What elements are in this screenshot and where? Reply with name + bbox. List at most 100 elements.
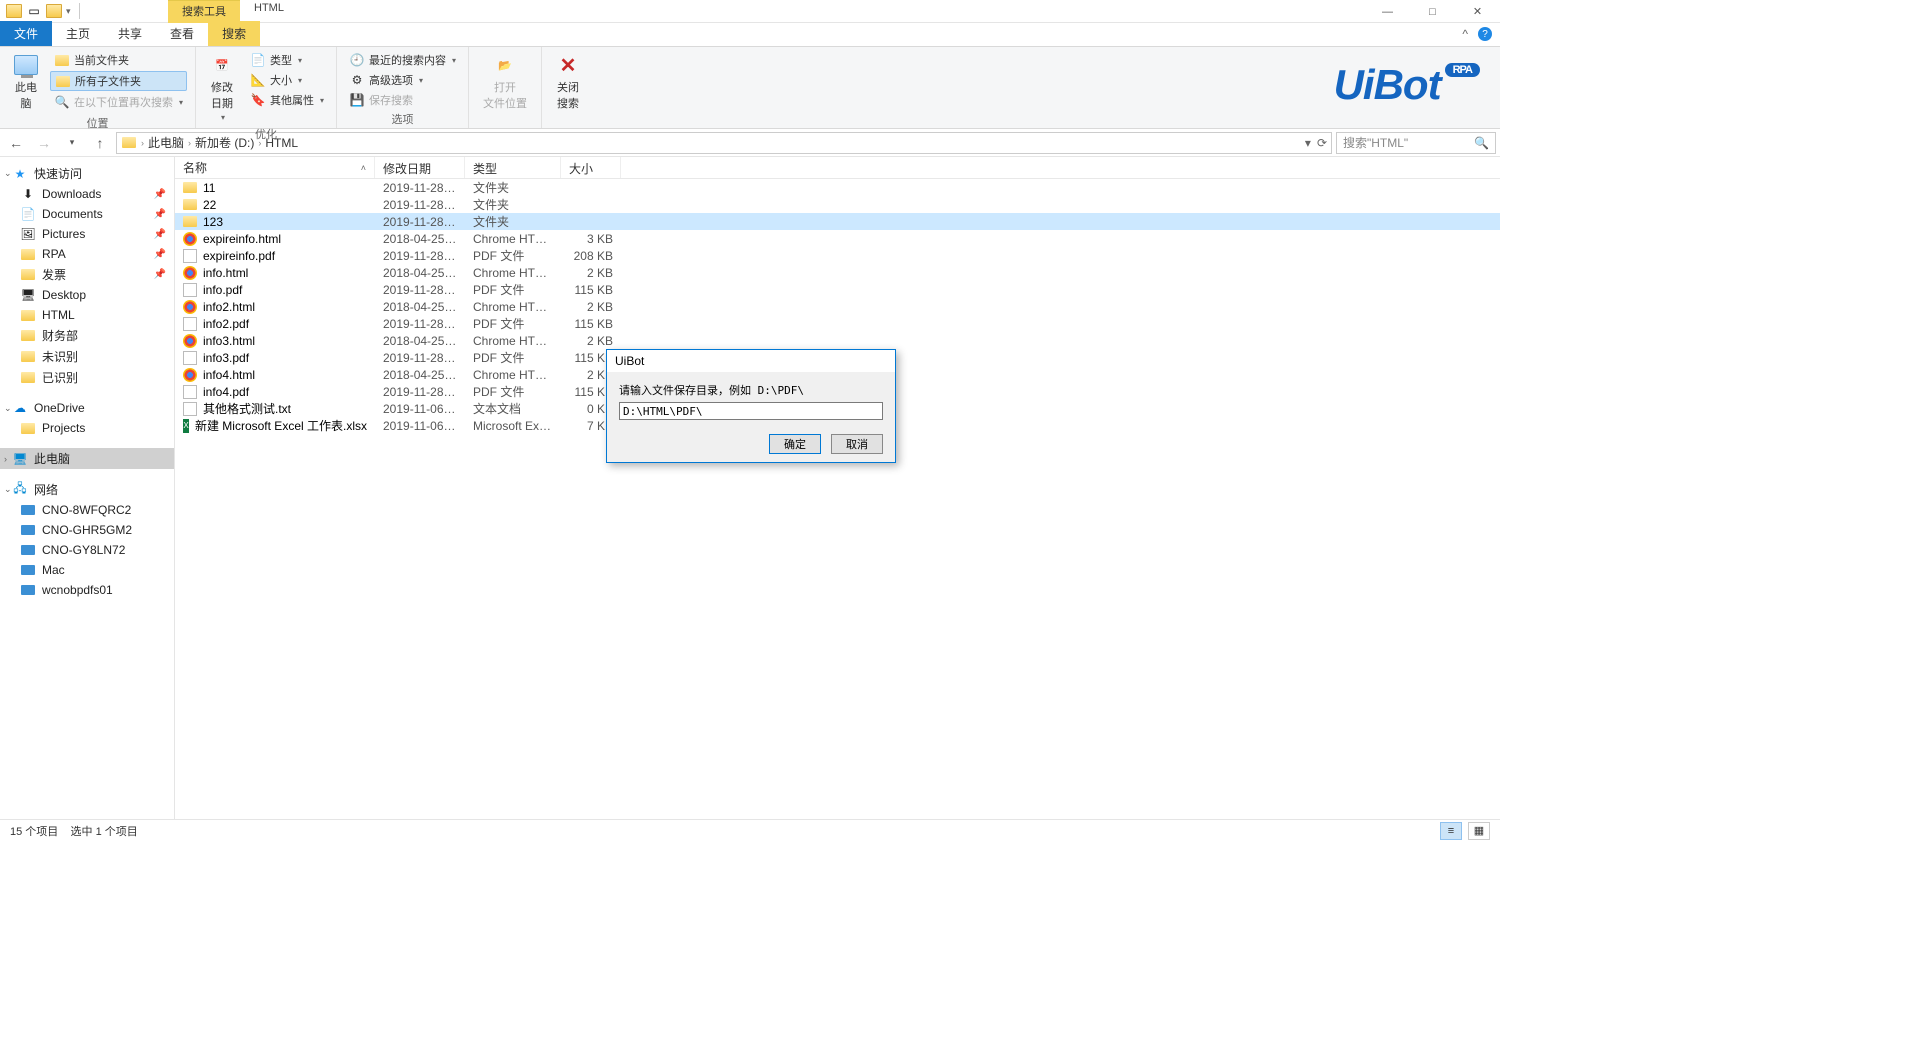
- ribbon-group-location: 此电 脑 当前文件夹 所有子文件夹 🔍在以下位置再次搜索▾ 位置: [0, 47, 196, 128]
- view-details-button[interactable]: ≡: [1440, 822, 1462, 840]
- nav-recent-dropdown[interactable]: ▾: [60, 131, 84, 155]
- qat-customize-icon[interactable]: ▾: [66, 6, 71, 17]
- all-subfolders-button[interactable]: 所有子文件夹: [50, 71, 187, 91]
- sidebar-this-pc[interactable]: ›🖥此电脑: [0, 448, 174, 469]
- advanced-options-button[interactable]: ⚙高级选项▾: [345, 71, 460, 89]
- file-type: Chrome HTML D...: [465, 300, 561, 314]
- search-input[interactable]: 搜索"HTML" 🔍: [1336, 132, 1496, 154]
- table-row[interactable]: expireinfo.pdf2019-11-28 17:12PDF 文件208 …: [175, 247, 1500, 264]
- sidebar-item[interactable]: RPA📌: [0, 244, 174, 264]
- status-selected-count: 选中 1 个项目: [71, 826, 138, 838]
- modify-date-button[interactable]: 📅 修改 日期 ▾: [204, 51, 240, 124]
- dialog-path-input[interactable]: [619, 402, 883, 420]
- sidebar-item[interactable]: HTML: [0, 305, 174, 325]
- ribbon-collapse-icon[interactable]: ^: [1462, 27, 1468, 41]
- kind-button[interactable]: 📄类型▾: [246, 51, 328, 69]
- sidebar-item[interactable]: 🖥Desktop: [0, 285, 174, 305]
- table-row[interactable]: expireinfo.html2018-04-25 14:49Chrome HT…: [175, 230, 1500, 247]
- sidebar-item[interactable]: 发票📌: [0, 264, 174, 285]
- file-name: expireinfo.pdf: [203, 249, 275, 263]
- sidebar-item[interactable]: 未识别: [0, 346, 174, 367]
- address-dropdown-icon[interactable]: ▾: [1305, 136, 1311, 150]
- sidebar-item[interactable]: 🖼Pictures📌: [0, 224, 174, 244]
- search-again-in-label: 在以下位置再次搜索: [74, 94, 173, 110]
- this-pc-button[interactable]: 此电 脑: [8, 51, 44, 113]
- view-large-icons-button[interactable]: ▦: [1468, 822, 1490, 840]
- search-icon[interactable]: 🔍: [1474, 136, 1489, 150]
- recent-searches-button[interactable]: 🕘最近的搜索内容▾: [345, 51, 460, 69]
- network-icon: 🖧: [12, 482, 28, 498]
- sidebar-item[interactable]: wcnobpdfs01: [0, 580, 174, 600]
- sidebar-item[interactable]: Projects: [0, 418, 174, 438]
- dialog-cancel-button[interactable]: 取消: [831, 434, 883, 454]
- sidebar-item-icon: [20, 370, 36, 386]
- file-date: 2019-11-28 17:12: [375, 283, 465, 297]
- sidebar-item[interactable]: Mac: [0, 560, 174, 580]
- tab-search[interactable]: 搜索: [208, 21, 260, 46]
- sidebar-item[interactable]: CNO-GY8LN72: [0, 540, 174, 560]
- sidebar-network[interactable]: ⌄🖧网络: [0, 479, 174, 500]
- ribbon-group-open-location: 📂 打开 文件位置: [469, 47, 542, 128]
- file-name: 新建 Microsoft Excel 工作表.xlsx: [195, 417, 367, 434]
- chrome-icon: [183, 368, 197, 382]
- table-row[interactable]: 1232019-11-28 17:12文件夹: [175, 213, 1500, 230]
- sidebar-item-label: 未识别: [42, 348, 78, 365]
- quick-access-toolbar: ▭ ▾: [0, 3, 84, 19]
- close-search-button[interactable]: ✕ 关闭 搜索: [550, 51, 586, 113]
- help-icon[interactable]: ?: [1478, 27, 1492, 41]
- tab-home[interactable]: 主页: [52, 21, 104, 46]
- tab-share[interactable]: 共享: [104, 21, 156, 46]
- open-location-button[interactable]: 📂 打开 文件位置: [477, 51, 533, 113]
- sidebar-item[interactable]: CNO-GHR5GM2: [0, 520, 174, 540]
- nav-forward-button[interactable]: →: [32, 131, 56, 155]
- tab-file[interactable]: 文件: [0, 21, 52, 46]
- pdf-icon: [183, 317, 197, 331]
- minimize-button[interactable]: —: [1365, 0, 1410, 23]
- properties-icon[interactable]: ▭: [26, 3, 42, 19]
- new-folder-icon[interactable]: [46, 3, 62, 19]
- refresh-icon[interactable]: ⟳: [1317, 136, 1327, 150]
- sidebar-item-label: 发票: [42, 266, 66, 283]
- sidebar-item-label: Desktop: [42, 288, 86, 302]
- sidebar-item[interactable]: 已识别: [0, 367, 174, 388]
- search-again-in-button[interactable]: 🔍在以下位置再次搜索▾: [50, 93, 187, 111]
- col-header-date[interactable]: 修改日期: [375, 157, 465, 178]
- sidebar-quick-access[interactable]: ⌄★快速访问: [0, 163, 174, 184]
- other-props-button[interactable]: 🔖其他属性▾: [246, 91, 328, 109]
- table-row[interactable]: 112019-11-28 17:10文件夹: [175, 179, 1500, 196]
- contextual-tab-group: 搜索工具 HTML: [168, 0, 298, 23]
- col-header-size[interactable]: 大小: [561, 157, 621, 178]
- file-type: Microsoft Excel ...: [465, 419, 561, 433]
- dialog-ok-button[interactable]: 确定: [769, 434, 821, 454]
- ribbon: 此电 脑 当前文件夹 所有子文件夹 🔍在以下位置再次搜索▾ 位置 📅 修改 日期…: [0, 47, 1500, 129]
- sidebar-item[interactable]: ⬇Downloads📌: [0, 184, 174, 204]
- pin-icon: 📌: [154, 189, 166, 200]
- tab-view[interactable]: 查看: [156, 21, 208, 46]
- table-row[interactable]: info2.pdf2019-11-28 17:12PDF 文件115 KB: [175, 315, 1500, 332]
- current-folder-button[interactable]: 当前文件夹: [50, 51, 187, 69]
- sidebar-item-icon: [20, 349, 36, 365]
- sidebar-item[interactable]: 📄Documents📌: [0, 204, 174, 224]
- maximize-button[interactable]: □: [1410, 0, 1455, 23]
- save-search-button[interactable]: 💾保存搜索: [345, 91, 460, 109]
- main: ⌄★快速访问 ⬇Downloads📌📄Documents📌🖼Pictures📌R…: [0, 157, 1500, 819]
- nav-back-button[interactable]: ←: [4, 131, 28, 155]
- table-row[interactable]: info2.html2018-04-25 15:03Chrome HTML D.…: [175, 298, 1500, 315]
- nav-up-button[interactable]: ↑: [88, 131, 112, 155]
- sidebar-onedrive[interactable]: ⌄☁OneDrive: [0, 398, 174, 418]
- column-headers: 名称˄ 修改日期 类型 大小: [175, 157, 1500, 179]
- table-row[interactable]: info3.html2018-04-25 15:03Chrome HTML D.…: [175, 332, 1500, 349]
- table-row[interactable]: info.html2018-04-25 15:03Chrome HTML D..…: [175, 264, 1500, 281]
- size-button[interactable]: 📐大小▾: [246, 71, 328, 89]
- col-header-type[interactable]: 类型: [465, 157, 561, 178]
- table-row[interactable]: 222019-11-28 17:10文件夹: [175, 196, 1500, 213]
- sidebar-item[interactable]: CNO-8WFQRC2: [0, 500, 174, 520]
- sidebar-item-label: Projects: [42, 421, 85, 435]
- sidebar-item[interactable]: 财务部: [0, 325, 174, 346]
- file-type: PDF 文件: [465, 349, 561, 366]
- close-button[interactable]: ✕: [1455, 0, 1500, 23]
- folder-icon: [183, 216, 197, 227]
- crumb-this-pc[interactable]: 此电脑: [148, 134, 184, 151]
- col-header-name[interactable]: 名称˄: [175, 157, 375, 178]
- table-row[interactable]: info.pdf2019-11-28 17:12PDF 文件115 KB: [175, 281, 1500, 298]
